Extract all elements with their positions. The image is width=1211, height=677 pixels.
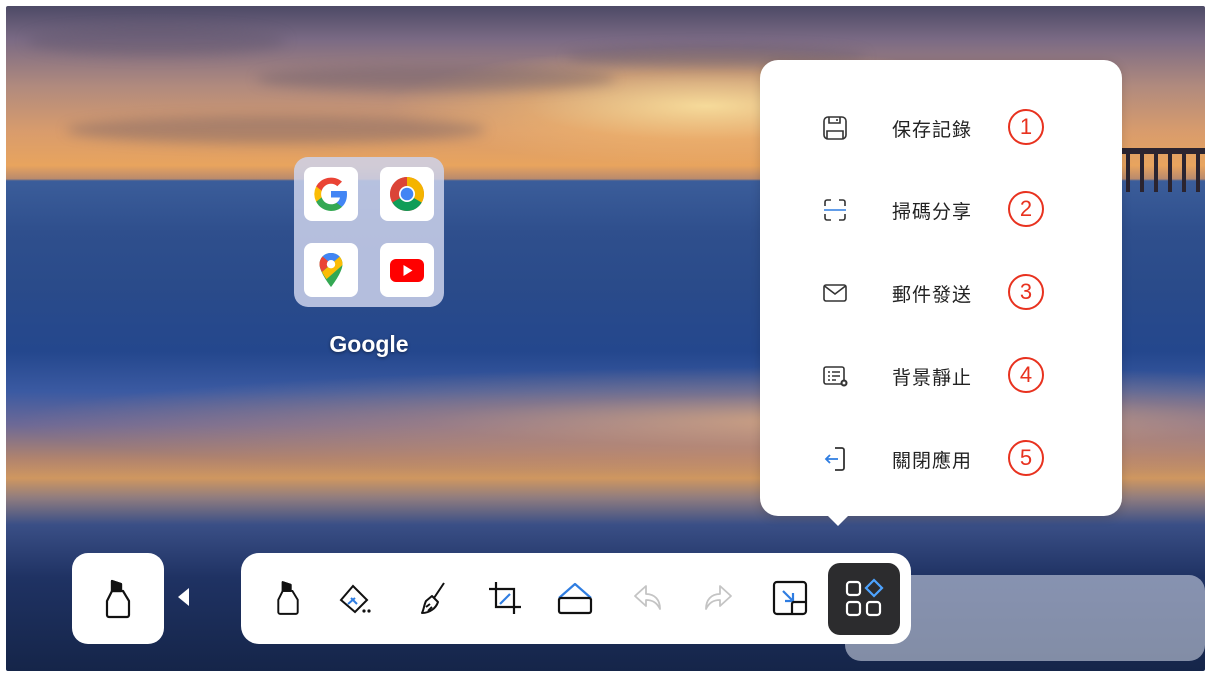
maps-app[interactable] [304, 243, 358, 297]
save-icon [818, 111, 852, 145]
youtube-icon [390, 259, 424, 282]
folder-label: Google [329, 331, 409, 357]
pier [1122, 142, 1205, 192]
actions-menu: 保存記錄 1 掃碼分享 2 郵件發送 3 背景靜止 4 關閉應用 5 [760, 60, 1122, 516]
chrome-app[interactable] [380, 167, 434, 221]
step-number-badge: 1 [1008, 109, 1044, 145]
crop-tool[interactable] [477, 570, 533, 626]
crop-icon [489, 582, 521, 614]
undo-icon [634, 585, 661, 610]
shape-icon [557, 582, 593, 615]
mail-icon [818, 276, 852, 310]
maps-icon [319, 253, 343, 287]
marker-icon [277, 581, 299, 615]
google-icon [314, 177, 347, 211]
menu-item-label: 郵件發送 [892, 283, 973, 306]
drawing-toolbar [241, 553, 911, 644]
cloud [66, 116, 486, 144]
apps-menu-button[interactable] [828, 563, 900, 635]
background-freeze-icon [818, 359, 852, 393]
menu-item-scan-share[interactable]: 掃碼分享 2 [818, 185, 1068, 235]
menu-item-save-record[interactable]: 保存記錄 1 [818, 103, 1068, 153]
apps-menu-icon [845, 578, 884, 617]
brush-icon [421, 582, 445, 614]
redo-icon [705, 585, 732, 610]
eraser-icon [339, 584, 371, 614]
menu-item-background-freeze[interactable]: 背景靜止 4 [818, 351, 1068, 401]
exit-icon [818, 442, 852, 476]
menu-item-label: 保存記錄 [892, 118, 973, 141]
marker-tool[interactable] [260, 570, 316, 626]
menu-item-email-send[interactable]: 郵件發送 3 [818, 268, 1068, 318]
eraser-tool[interactable] [327, 570, 383, 626]
cloud [26, 26, 286, 56]
step-number-badge: 5 [1008, 440, 1044, 476]
menu-item-close-app[interactable]: 關閉應用 5 [818, 434, 1068, 484]
menu-pointer [824, 512, 852, 526]
undo-tool[interactable] [620, 570, 676, 626]
menu-item-label: 背景靜止 [892, 366, 973, 389]
google-app[interactable] [304, 167, 358, 221]
shape-tool[interactable] [547, 570, 603, 626]
collapse-toolbar-arrow[interactable] [178, 588, 189, 606]
step-number-badge: 4 [1008, 357, 1044, 393]
brush-tool[interactable] [406, 570, 462, 626]
step-number-badge: 2 [1008, 191, 1044, 227]
minimize-tool[interactable] [762, 570, 818, 626]
chrome-icon [390, 177, 424, 211]
menu-item-label: 掃碼分享 [892, 200, 973, 223]
step-number-badge: 3 [1008, 274, 1044, 310]
redo-tool[interactable] [690, 570, 746, 626]
marker-icon [105, 579, 131, 618]
google-folder[interactable] [294, 157, 444, 307]
minimize-icon [772, 580, 808, 616]
current-tool-button[interactable] [72, 553, 164, 644]
menu-item-label: 關閉應用 [892, 449, 973, 472]
youtube-app[interactable] [380, 243, 434, 297]
scan-icon [818, 193, 852, 227]
cloud [256, 66, 616, 92]
